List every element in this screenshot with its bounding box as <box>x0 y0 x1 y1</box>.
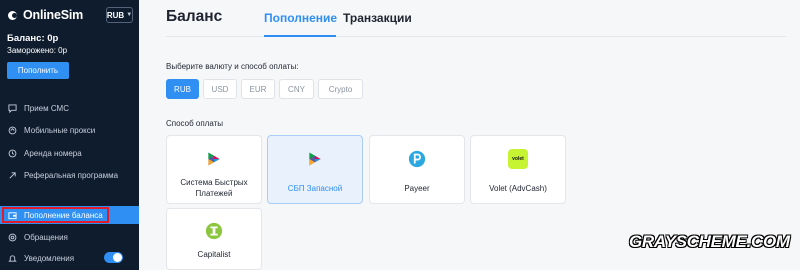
highlight-box <box>2 207 109 223</box>
currency-select[interactable]: RUB ▼ <box>106 7 133 23</box>
sidebar-item-sms[interactable]: Прием СМС <box>0 99 139 117</box>
sidebar-item-label: Аренда номера <box>24 148 82 158</box>
currency-option-cny[interactable]: CNY <box>279 79 314 99</box>
sidebar-item-notifications[interactable]: Уведомления <box>0 249 139 267</box>
volet-icon: volet <box>508 149 528 169</box>
currency-option-crypto[interactable]: Crypto <box>318 79 363 99</box>
sidebar-item-referral[interactable]: Реферальная программа <box>0 166 139 184</box>
currency-select-value: RUB <box>106 10 125 20</box>
sbp-icon <box>204 149 224 169</box>
rent-icon <box>8 149 17 158</box>
tab-topup[interactable]: Пополнение <box>264 11 337 25</box>
notifications-toggle[interactable] <box>104 252 123 263</box>
sidebar-item-rent[interactable]: Аренда номера <box>0 144 139 162</box>
payment-method-name: Capitalist <box>197 250 231 259</box>
app-logo[interactable]: OnlineSim <box>8 8 83 22</box>
proxy-icon <box>8 126 17 135</box>
logo-icon <box>8 10 20 20</box>
method-label: Способ оплаты <box>166 119 224 128</box>
volet-icon-text: volet <box>508 149 528 169</box>
capitalist-icon <box>204 221 224 241</box>
currency-label: Выберите валюту и способ оплаты: <box>166 62 299 71</box>
payment-method-capitalist[interactable]: Capitalist <box>166 208 262 270</box>
sidebar-item-topup[interactable]: Пополнение баланса <box>0 206 139 224</box>
topup-button[interactable]: Пополнить <box>7 62 69 79</box>
payeer-icon <box>407 149 427 169</box>
referral-icon <box>8 171 17 180</box>
main-content: Баланс Пополнение Транзакции Выберите ва… <box>139 0 800 270</box>
sidebar: OnlineSim RUB ▼ Баланс: 0р Заморожено: 0… <box>0 0 139 270</box>
page-title: Баланс <box>166 8 223 25</box>
currency-option-eur[interactable]: EUR <box>241 79 275 99</box>
sidebar-item-label: Обращения <box>24 232 68 242</box>
payment-method-name: Система Быстрых Платежей <box>180 178 248 198</box>
payment-method-volet[interactable]: volet Volet (AdvCash) <box>470 135 566 204</box>
payment-method-name: Payeer <box>404 184 430 193</box>
logo-text: OnlineSim <box>23 8 84 22</box>
sidebar-item-label: Уведомления <box>24 253 75 263</box>
frozen-text: Заморожено: 0р <box>7 46 68 55</box>
watermark-text: GRAYSCHEME.COM <box>629 232 790 251</box>
bell-icon <box>8 254 17 263</box>
tab-transactions[interactable]: Транзакции <box>343 11 412 25</box>
payment-method-payeer[interactable]: Payeer <box>369 135 465 204</box>
payment-method-sbp[interactable]: Система Быстрых Платежей <box>166 135 262 204</box>
balance-text: Баланс: 0р <box>7 33 59 44</box>
sbp-icon <box>305 149 325 169</box>
payment-method-name: СБП Запасной <box>287 184 343 193</box>
payment-method-sbp-spare[interactable]: СБП Запасной <box>267 135 363 204</box>
sidebar-item-label: Мобильные прокси <box>24 125 96 135</box>
currency-option-rub[interactable]: RUB <box>166 79 199 99</box>
sidebar-item-proxy[interactable]: Мобильные прокси <box>0 121 139 139</box>
tabs-divider <box>166 36 786 37</box>
support-icon <box>8 233 17 242</box>
sms-icon <box>8 103 17 113</box>
sidebar-item-label: Прием СМС <box>24 103 69 113</box>
payment-method-name: Volet (AdvCash) <box>489 184 547 193</box>
chevron-down-icon: ▼ <box>126 12 133 18</box>
sidebar-item-support[interactable]: Обращения <box>0 228 139 246</box>
currency-option-usd[interactable]: USD <box>203 79 237 99</box>
sidebar-item-label: Реферальная программа <box>24 170 119 180</box>
active-tab-indicator <box>264 35 336 37</box>
